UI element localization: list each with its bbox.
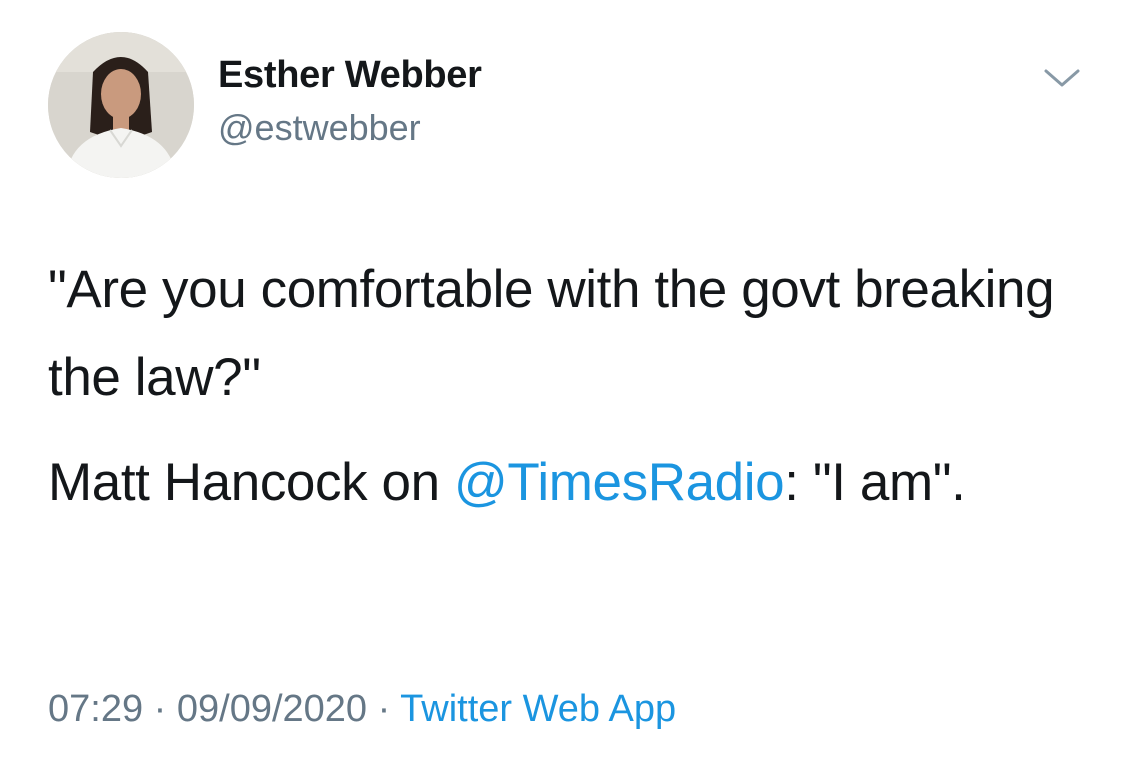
avatar-photo — [48, 32, 194, 178]
author-handle[interactable]: @estwebber — [218, 107, 421, 149]
meta-separator: · — [143, 688, 177, 730]
tweet-text-segment: Matt Hancock on — [48, 453, 455, 512]
tweet-time[interactable]: 07:29 — [48, 688, 143, 730]
tweet-paragraph: "Are you comfortable with the govt break… — [48, 260, 1055, 407]
mention-link[interactable]: @TimesRadio — [454, 453, 785, 512]
tweet-card: Esther Webber @estwebber "Are you comfor… — [0, 0, 1124, 760]
tweet-text-segment: : "I am". — [784, 453, 966, 512]
tweet-meta: 07:29 · 09/09/2020 · Twitter Web App — [48, 688, 676, 731]
tweet-source-link[interactable]: Twitter Web App — [400, 688, 676, 730]
tweet-date[interactable]: 09/09/2020 — [177, 688, 367, 730]
chevron-down-icon[interactable] — [1040, 60, 1084, 96]
tweet-paragraph: Matt Hancock on @TimesRadio: "I am". — [48, 439, 1068, 527]
avatar[interactable] — [48, 32, 194, 178]
tweet-text: "Are you comfortable with the govt break… — [48, 246, 1068, 544]
meta-separator: · — [367, 688, 401, 730]
author-display-name[interactable]: Esther Webber — [218, 54, 482, 97]
